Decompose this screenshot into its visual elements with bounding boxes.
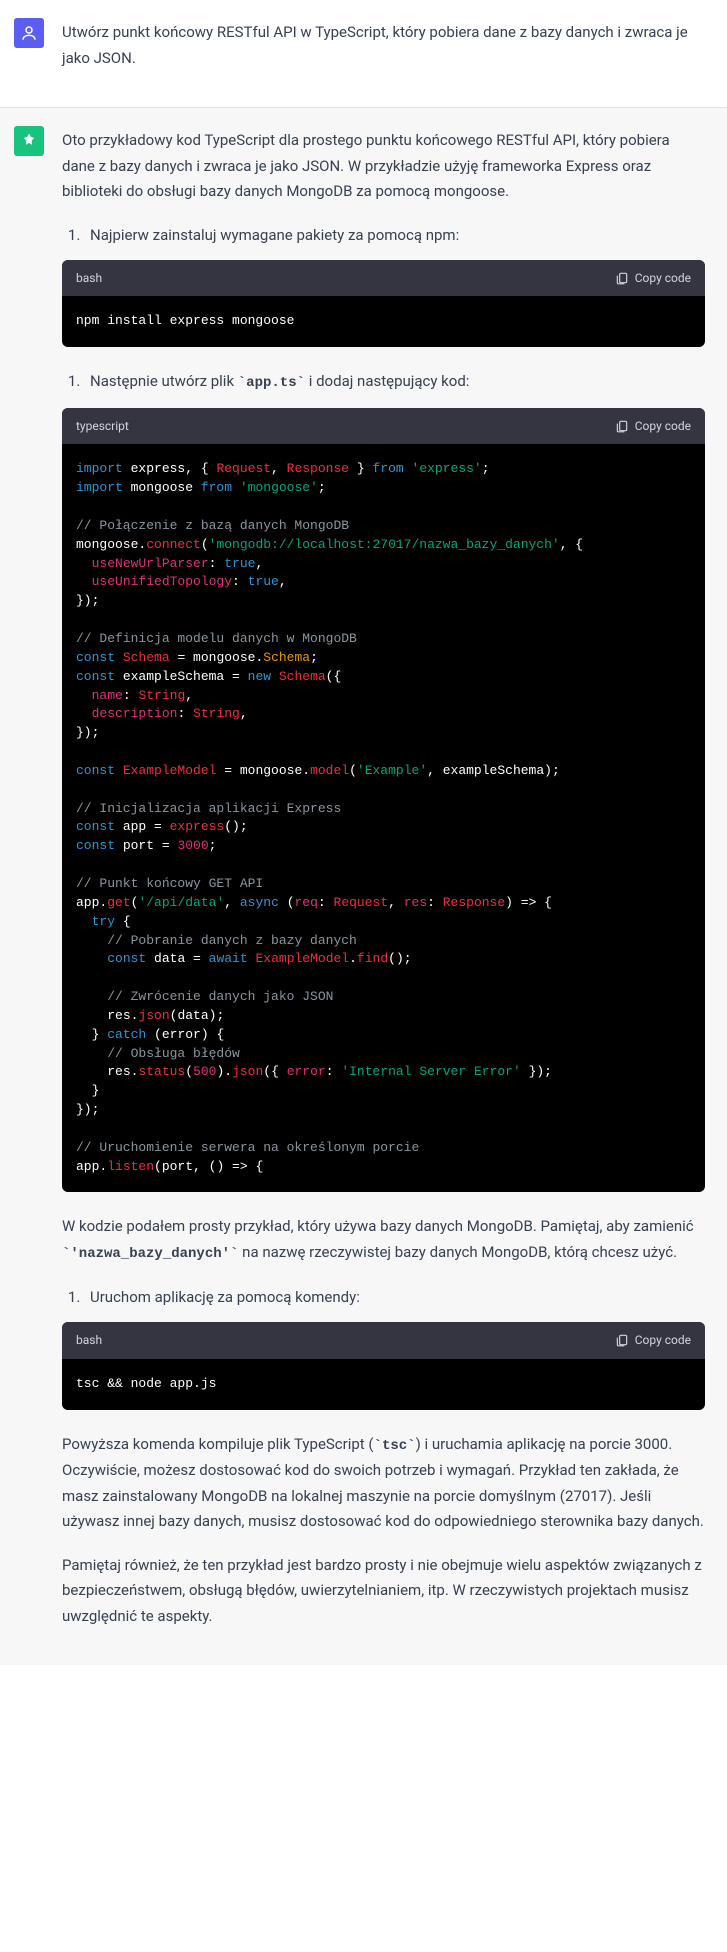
- user-message: Utwórz punkt końcowy RESTful API w TypeS…: [0, 0, 727, 107]
- openai-icon: [20, 132, 38, 150]
- copy-label: Copy code: [635, 1330, 691, 1350]
- steps-list-2: Następnie utwórz plik `app.ts` i dodaj n…: [84, 369, 705, 396]
- copy-code-button[interactable]: Copy code: [615, 1330, 691, 1350]
- inline-code: `tsc`: [374, 1438, 416, 1454]
- step-2: Następnie utwórz plik `app.ts` i dodaj n…: [84, 369, 705, 396]
- outro-paragraph-2: Pamiętaj również, że ten przykład jest b…: [62, 1553, 705, 1630]
- step-3: Uruchom aplikację za pomocą komendy:: [84, 1285, 705, 1311]
- steps-list-1: Najpierw zainstaluj wymagane pakiety za …: [84, 223, 705, 249]
- code-block-bash-2: bash Copy code tsc && node app.js: [62, 1322, 705, 1409]
- user-icon: [20, 24, 38, 42]
- code-lang-label: bash: [76, 1330, 102, 1350]
- code-lang-label: typescript: [76, 416, 129, 436]
- code-header: bash Copy code: [62, 1322, 705, 1358]
- inline-code: `'nazwa_bazy_danych'`: [62, 1246, 238, 1262]
- assistant-avatar: [14, 126, 44, 156]
- clipboard-icon: [615, 1333, 629, 1347]
- code-body[interactable]: tsc && node app.js: [62, 1359, 705, 1410]
- user-avatar: [14, 18, 44, 48]
- copy-code-button[interactable]: Copy code: [615, 416, 691, 436]
- step-1: Najpierw zainstaluj wymagane pakiety za …: [84, 223, 705, 249]
- assistant-content: Oto przykładowy kod TypeScript dla prost…: [62, 126, 713, 1647]
- copy-code-button[interactable]: Copy code: [615, 268, 691, 288]
- code-body[interactable]: import express, { Request, Response } fr…: [62, 444, 705, 1192]
- intro-paragraph: Oto przykładowy kod TypeScript dla prost…: [62, 128, 705, 205]
- copy-label: Copy code: [635, 416, 691, 436]
- code-header: typescript Copy code: [62, 408, 705, 444]
- clipboard-icon: [615, 271, 629, 285]
- assistant-message: Oto przykładowy kod TypeScript dla prost…: [0, 107, 727, 1665]
- code-lang-label: bash: [76, 268, 102, 288]
- clipboard-icon: [615, 419, 629, 433]
- steps-list-3: Uruchom aplikację za pomocą komendy:: [84, 1285, 705, 1311]
- outro-paragraph-1: Powyższa komenda kompiluje plik TypeScri…: [62, 1432, 705, 1535]
- code-body[interactable]: npm install express mongoose: [62, 296, 705, 347]
- copy-label: Copy code: [635, 268, 691, 288]
- inline-code: `app.ts`: [238, 375, 305, 391]
- code-header: bash Copy code: [62, 260, 705, 296]
- after-code-paragraph: W kodzie podałem prosty przykład, który …: [62, 1214, 705, 1266]
- user-text: Utwórz punkt końcowy RESTful API w TypeS…: [62, 20, 705, 71]
- code-block-bash-1: bash Copy code npm install express mongo…: [62, 260, 705, 347]
- code-block-typescript: typescript Copy code import express, { R…: [62, 408, 705, 1192]
- user-content: Utwórz punkt końcowy RESTful API w TypeS…: [62, 18, 713, 89]
